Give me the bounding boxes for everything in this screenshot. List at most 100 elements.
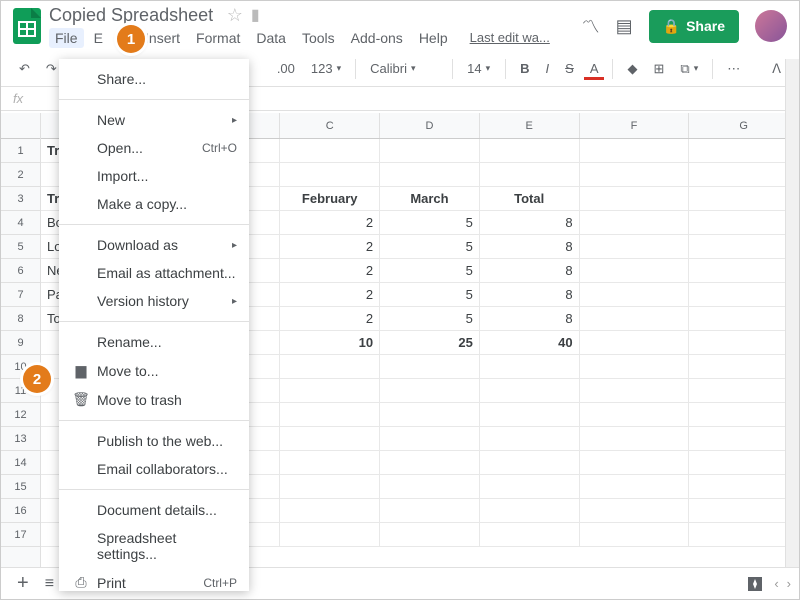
row-header[interactable]: 5 [1,235,40,259]
col-header[interactable]: C [280,113,380,138]
col-header[interactable]: D [380,113,480,138]
cell[interactable]: 5 [380,307,480,331]
cell[interactable]: Total [480,187,580,211]
menu-docdetails[interactable]: Document details... [59,496,249,524]
menu-settings[interactable]: Spreadsheet settings... [59,524,249,568]
menu-print[interactable]: ⎙PrintCtrl+P [59,568,249,597]
avatar[interactable] [755,10,787,42]
col-header[interactable]: E [480,113,580,138]
bold-button[interactable]: B [514,57,535,80]
share-button[interactable]: 🔒 Share [649,10,739,43]
add-sheet-button[interactable]: + [9,572,37,595]
cell[interactable]: 5 [380,259,480,283]
last-edit-link[interactable]: Last edit wa... [464,28,556,48]
print-icon: ⎙ [71,574,91,591]
menu-emailcollab[interactable]: Email collaborators... [59,455,249,483]
menu-insert[interactable]: Insert [139,28,186,48]
collapse-toolbar-button[interactable]: ᐱ [766,57,787,81]
cell[interactable]: 5 [380,211,480,235]
menu-movetrash[interactable]: 🗑Move to trash [59,385,249,414]
borders-button[interactable]: ⊞ [647,57,670,81]
star-icon[interactable]: ☆ [227,5,243,26]
select-all-corner[interactable] [1,113,40,139]
cell[interactable]: March [380,187,480,211]
folder-icon: ▆ [71,362,91,379]
cell[interactable]: 40 [480,331,580,355]
col-header[interactable]: G [689,113,799,138]
row-header[interactable]: 15 [1,475,40,499]
menu-versionhistory[interactable]: Version history▸ [59,287,249,315]
menu-format[interactable]: Format [190,28,246,48]
font-size-select[interactable]: 14 [461,57,497,80]
strike-button[interactable]: S [559,57,580,80]
decrease-decimal-button[interactable]: .00 [271,57,301,80]
menu-edit-trunc[interactable]: E [88,28,109,48]
cell[interactable]: 8 [480,211,580,235]
menu-share[interactable]: Share... [59,65,249,93]
folder-icon[interactable]: ▮ [251,5,260,25]
scroll-left-button[interactable]: ‹ [774,576,778,591]
explore-button[interactable] [744,573,766,595]
cell[interactable]: 5 [380,283,480,307]
callout-badge-1: 1 [117,25,145,53]
cell[interactable]: 2 [280,211,380,235]
menu-new[interactable]: New▸ [59,106,249,134]
row-header[interactable]: 4 [1,211,40,235]
trash-icon: 🗑 [71,391,91,408]
cell[interactable]: February [280,187,380,211]
row-header[interactable]: 9 [1,331,40,355]
cell[interactable]: 8 [480,307,580,331]
cell[interactable]: 8 [480,235,580,259]
menu-publish[interactable]: Publish to the web... [59,427,249,455]
menu-addons[interactable]: Add-ons [345,28,409,48]
activity-icon[interactable]: 〽 [582,13,600,39]
vertical-scrollbar-track[interactable] [785,59,799,567]
row-header[interactable]: 16 [1,499,40,523]
row-header[interactable]: 3 [1,187,40,211]
cell[interactable]: 2 [280,259,380,283]
cell[interactable]: 2 [280,235,380,259]
menu-download[interactable]: Download as▸ [59,231,249,259]
lock-icon: 🔒 [663,18,680,35]
merge-button[interactable]: ⧉ [674,57,704,81]
menu-help[interactable]: Help [413,28,454,48]
document-title[interactable]: Copied Spreadsheet [49,5,213,25]
cell[interactable]: 5 [380,235,480,259]
cell[interactable]: 10 [280,331,380,355]
italic-button[interactable]: I [540,57,556,80]
scroll-right-button[interactable]: › [787,576,791,591]
menu-moveto[interactable]: ▆Move to... [59,356,249,385]
undo-button[interactable]: ↶ [13,57,36,81]
row-header[interactable]: 6 [1,259,40,283]
cell[interactable]: 25 [380,331,480,355]
sheets-logo[interactable] [13,8,41,44]
cell[interactable]: 8 [480,283,580,307]
row-header[interactable]: 13 [1,427,40,451]
menu-makecopy[interactable]: Make a copy... [59,190,249,218]
row-header[interactable]: 7 [1,283,40,307]
menu-tools[interactable]: Tools [296,28,341,48]
cell[interactable]: 2 [280,307,380,331]
menu-emailattachment[interactable]: Email as attachment... [59,259,249,287]
row-header[interactable]: 2 [1,163,40,187]
more-toolbar-button[interactable]: ⋯ [721,57,746,81]
menu-file[interactable]: File [49,28,84,48]
menu-import[interactable]: Import... [59,162,249,190]
font-family-select[interactable]: Calibri [364,57,444,80]
fill-color-button[interactable]: ◆ [621,57,643,81]
menu-data[interactable]: Data [250,28,292,48]
comments-icon[interactable]: ▤ [616,16,633,37]
menu-rename[interactable]: Rename... [59,328,249,356]
col-header[interactable]: F [580,113,690,138]
cell[interactable]: 2 [280,283,380,307]
cell[interactable]: 8 [480,259,580,283]
row-header[interactable]: 12 [1,403,40,427]
file-menu-dropdown: Share... New▸ Open...Ctrl+O Import... Ma… [59,59,249,591]
row-header[interactable]: 8 [1,307,40,331]
number-format-button[interactable]: 123 [305,57,347,80]
menu-open[interactable]: Open...Ctrl+O [59,134,249,162]
row-header[interactable]: 17 [1,523,40,547]
row-header[interactable]: 1 [1,139,40,163]
row-header[interactable]: 14 [1,451,40,475]
text-color-button[interactable]: A [584,57,605,80]
